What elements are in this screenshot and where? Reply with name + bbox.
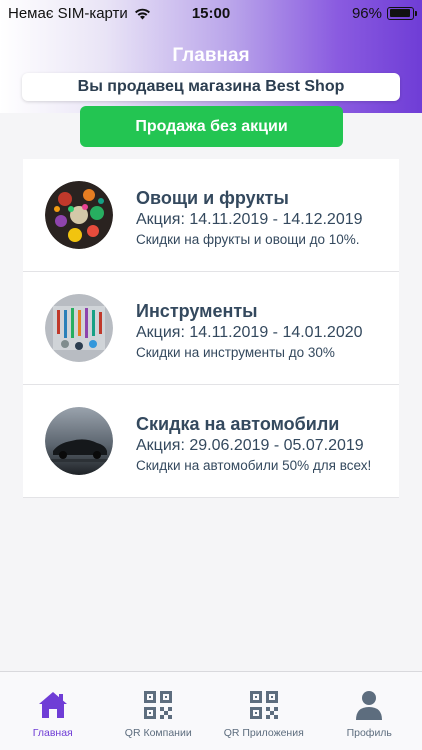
qr-code-icon (144, 691, 173, 719)
tab-home[interactable]: Главная (0, 672, 106, 750)
promo-description: Скидки на фрукты и овощи до 10%. (136, 232, 360, 247)
promo-dates: Акция: 14.11.2019 - 14.12.2019 (136, 211, 363, 228)
shop-banner: Вы продавец магазина Best Shop (22, 73, 400, 101)
promo-list: Овощи и фрукты Акция: 14.11.2019 - 14.12… (23, 159, 399, 498)
tab-label: Главная (32, 727, 73, 739)
home-icon (38, 692, 67, 718)
battery-icon (387, 6, 417, 20)
tab-qr-app[interactable]: QR Приложения (211, 672, 317, 750)
promo-item-tools[interactable]: Инструменты Акция: 14.11.2019 - 14.01.20… (23, 272, 399, 385)
tab-profile[interactable]: Профиль (317, 672, 422, 750)
tab-label: Профиль (346, 727, 392, 739)
tab-bar: Главная QR Компании QR Приложения Профил… (0, 671, 422, 750)
carrier-label: Немає SIM-карти (8, 4, 128, 22)
car-photo (45, 407, 113, 475)
wifi-icon (134, 8, 150, 19)
promo-description: Скидки на автомобили 50% для всех! (136, 458, 372, 473)
vegetables-fruits-photo (45, 181, 113, 249)
tab-qr-company[interactable]: QR Компании (106, 672, 212, 750)
battery-percent: 96% (351, 4, 382, 22)
promo-title: Овощи и фрукты (136, 188, 289, 208)
person-icon (356, 691, 383, 720)
sale-without-promo-button[interactable]: Продажа без акции (80, 106, 343, 147)
tab-label: QR Компании (124, 727, 192, 739)
promo-item-cars[interactable]: Скидка на автомобили Акция: 29.06.2019 -… (23, 385, 399, 498)
promo-title: Инструменты (136, 301, 258, 321)
tools-photo (45, 294, 113, 362)
qr-code-icon (249, 691, 278, 719)
page-title: Главная (172, 45, 250, 66)
status-bar: Немає SIM-карти 15:00 96% (0, 0, 422, 26)
promo-description: Скидки на инструменты до 30% (136, 345, 335, 360)
promo-item-vegetables[interactable]: Овощи и фрукты Акция: 14.11.2019 - 14.12… (23, 159, 399, 272)
promo-title: Скидка на автомобили (136, 414, 340, 434)
promo-dates: Акция: 29.06.2019 - 05.07.2019 (136, 437, 364, 454)
promo-dates: Акция: 14.11.2019 - 14.01.2020 (136, 324, 363, 341)
tab-label: QR Приложения (223, 727, 304, 739)
